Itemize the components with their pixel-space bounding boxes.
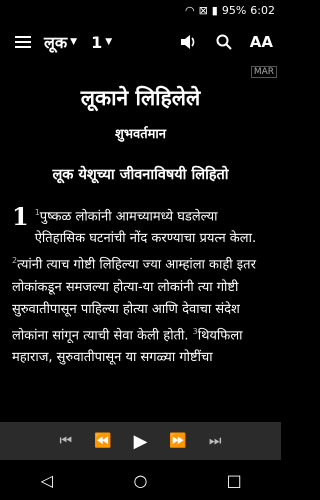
section-heading: लूक येशूच्या जीवनाविषयी लिहितो (52, 167, 229, 183)
battery-level: 95% (221, 3, 247, 17)
home-icon[interactable]: ○ (120, 471, 160, 490)
chevron-down-icon: ▼ (105, 37, 113, 47)
skip-last-icon[interactable]: ⏭ (209, 433, 222, 449)
menu-icon[interactable] (12, 32, 34, 52)
chapter-label: 1 (91, 32, 103, 52)
book-name: लूक (44, 33, 68, 52)
text-size-icon[interactable]: AA (250, 33, 273, 51)
chevron-down-icon: ▼ (70, 37, 78, 47)
system-nav-bar: ◁ ○ □ (0, 460, 281, 500)
chapter-selector[interactable]: 1 ▼ (91, 33, 112, 52)
rewind-icon[interactable]: ⏪ (94, 433, 111, 449)
audio-player: ⏮ ⏪ ▶ ⏩ ⏭ (0, 422, 281, 460)
back-icon[interactable]: ◁ (27, 471, 67, 490)
verse-paragraph: 1 1पुष्कळ लोकांनी आमच्यामध्ये घडलेल्या ऐ… (12, 202, 269, 369)
wifi-icon: ◠ (184, 3, 195, 17)
verse-text: पुष्कळ लोकांनी आमच्यामध्ये घडलेल्या ऐतिह… (34, 209, 257, 247)
skip-first-icon[interactable]: ⏮ (60, 433, 73, 449)
book-selector[interactable]: लूक ▼ (44, 31, 77, 53)
clock: 6:02 (250, 3, 275, 17)
recents-icon[interactable]: □ (214, 471, 254, 490)
book-subtitle: शुभवर्तमान (115, 127, 166, 142)
speaker-icon[interactable] (180, 34, 198, 50)
sim-icon: ⊠ (198, 3, 208, 17)
toolbar: लूक ▼ 1 ▼ AA (0, 20, 281, 64)
fast-forward-icon[interactable]: ⏩ (169, 433, 186, 449)
scripture-content[interactable]: MAR लूकाने लिहिलेले शुभवर्तमान लूक येशूच… (0, 64, 281, 422)
battery-icon: ▮ (211, 3, 218, 17)
version-badge: MAR (250, 66, 277, 78)
book-title: लूकाने लिहिलेले (80, 86, 201, 110)
chapter-number: 1 (12, 202, 29, 231)
play-icon[interactable]: ▶ (134, 431, 148, 452)
search-icon[interactable] (216, 34, 232, 50)
status-bar: ◠ ⊠ ▮ 95% 6:02 (0, 0, 281, 20)
